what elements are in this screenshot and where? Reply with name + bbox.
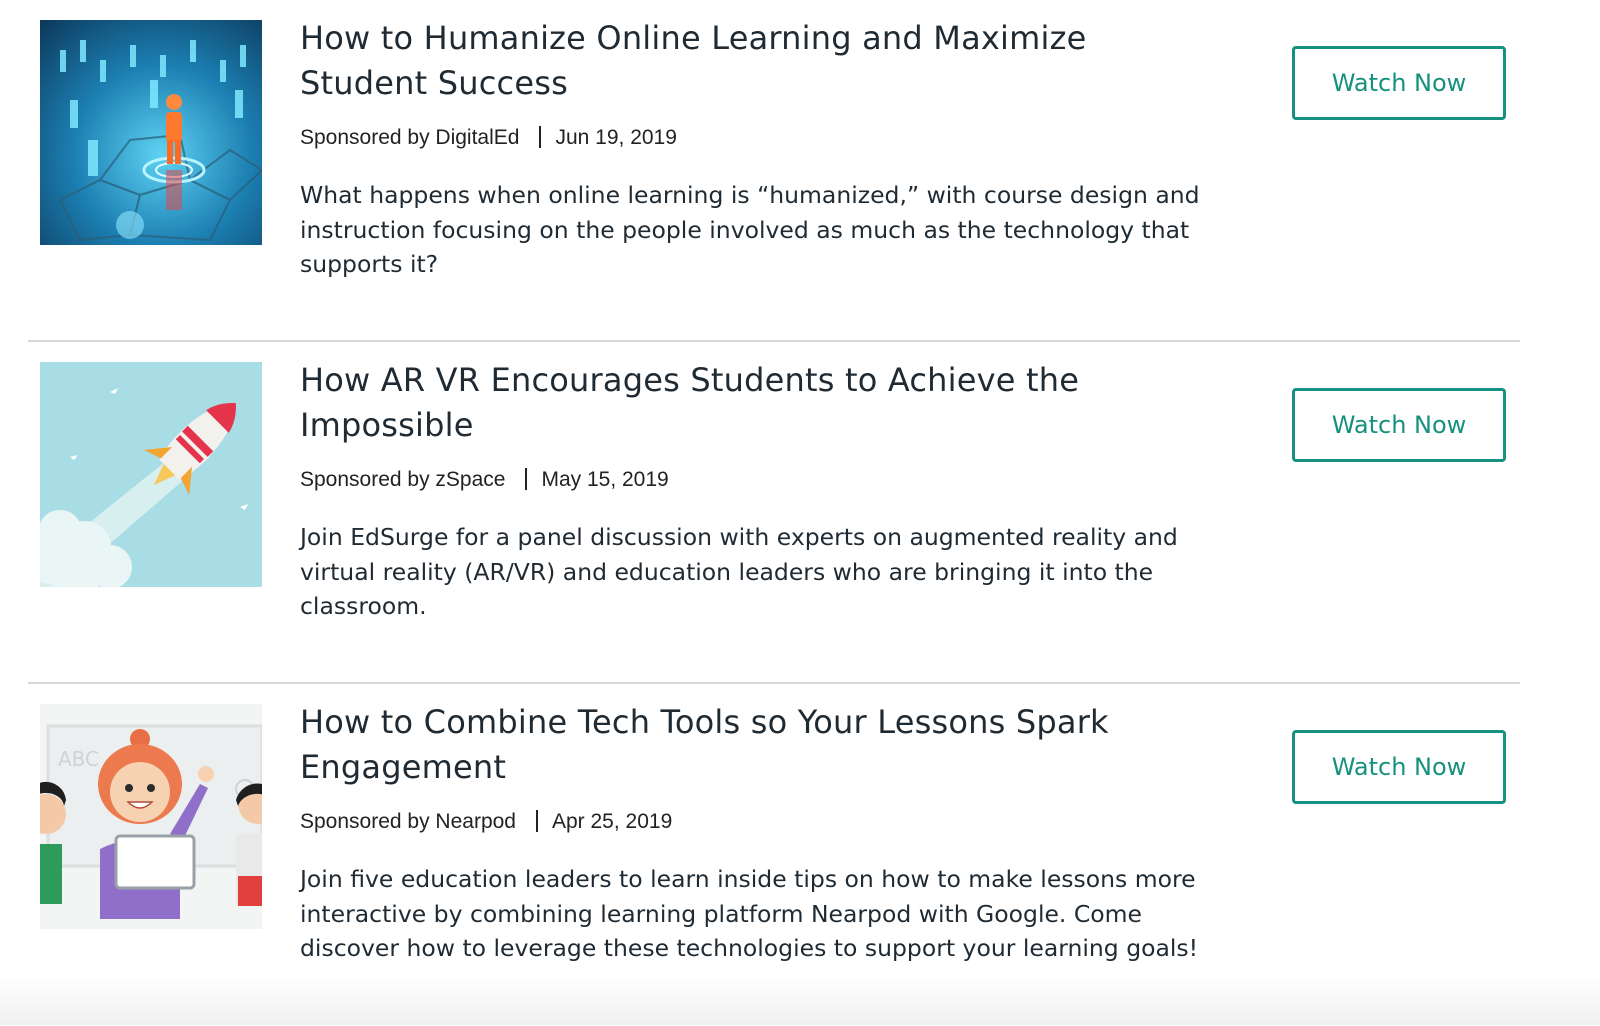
classroom-students-icon: ABC xyxy=(40,704,262,929)
webinar-description: Join EdSurge for a panel discussion with… xyxy=(300,523,1178,620)
webinar-sponsor: Sponsored by zSpace xyxy=(300,468,506,491)
webinar-list: How to Humanize Online Learning and Maxi… xyxy=(28,0,1520,1026)
webinar-date: Apr 25, 2019 xyxy=(551,810,673,833)
webinar-description: Join five education leaders to learn ins… xyxy=(300,865,1199,962)
webinar-date: Jun 19, 2019 xyxy=(555,126,677,149)
meta-divider xyxy=(539,126,542,148)
webinar-title[interactable]: How to Combine Tech Tools so Your Lesson… xyxy=(300,700,1220,790)
webinar-meta: Sponsored by DigitalEd Jun 19, 2019 xyxy=(300,124,1220,152)
watch-now-button[interactable]: Watch Now xyxy=(1292,46,1506,120)
meta-divider xyxy=(525,468,528,490)
webinar-content: How AR VR Encourages Students to Achieve… xyxy=(300,358,1220,624)
webinar-thumbnail[interactable] xyxy=(40,20,262,245)
meta-divider xyxy=(535,810,538,832)
watch-now-button[interactable]: Watch Now xyxy=(1292,388,1506,462)
webinar-meta: Sponsored by Nearpod Apr 25, 2019 xyxy=(300,808,1220,836)
webinar-description: What happens when online learning is “hu… xyxy=(300,181,1200,278)
webinar-sponsor: Sponsored by DigitalEd xyxy=(300,126,520,149)
webinar-sponsor: Sponsored by Nearpod xyxy=(300,810,516,833)
webinar-date: May 15, 2019 xyxy=(541,468,669,491)
webinar-title[interactable]: How AR VR Encourages Students to Achieve… xyxy=(300,358,1220,448)
webinar-item: How to Humanize Online Learning and Maxi… xyxy=(28,0,1520,342)
webinar-item: How AR VR Encourages Students to Achieve… xyxy=(28,342,1520,684)
webinar-title[interactable]: How to Humanize Online Learning and Maxi… xyxy=(300,16,1220,106)
webinar-meta: Sponsored by zSpace May 15, 2019 xyxy=(300,466,1220,494)
webinar-content: How to Combine Tech Tools so Your Lesson… xyxy=(300,700,1220,966)
webinar-thumbnail[interactable] xyxy=(40,362,262,587)
webinar-thumbnail[interactable]: ABC xyxy=(40,704,262,929)
network-people-icon xyxy=(40,20,262,245)
webinar-content: How to Humanize Online Learning and Maxi… xyxy=(300,16,1220,282)
webinar-item: ABC How to Combine Tech Tools so Your Le… xyxy=(28,684,1520,1026)
rocket-icon xyxy=(40,362,262,587)
watch-now-button[interactable]: Watch Now xyxy=(1292,730,1506,804)
board-text: ABC xyxy=(58,747,99,771)
